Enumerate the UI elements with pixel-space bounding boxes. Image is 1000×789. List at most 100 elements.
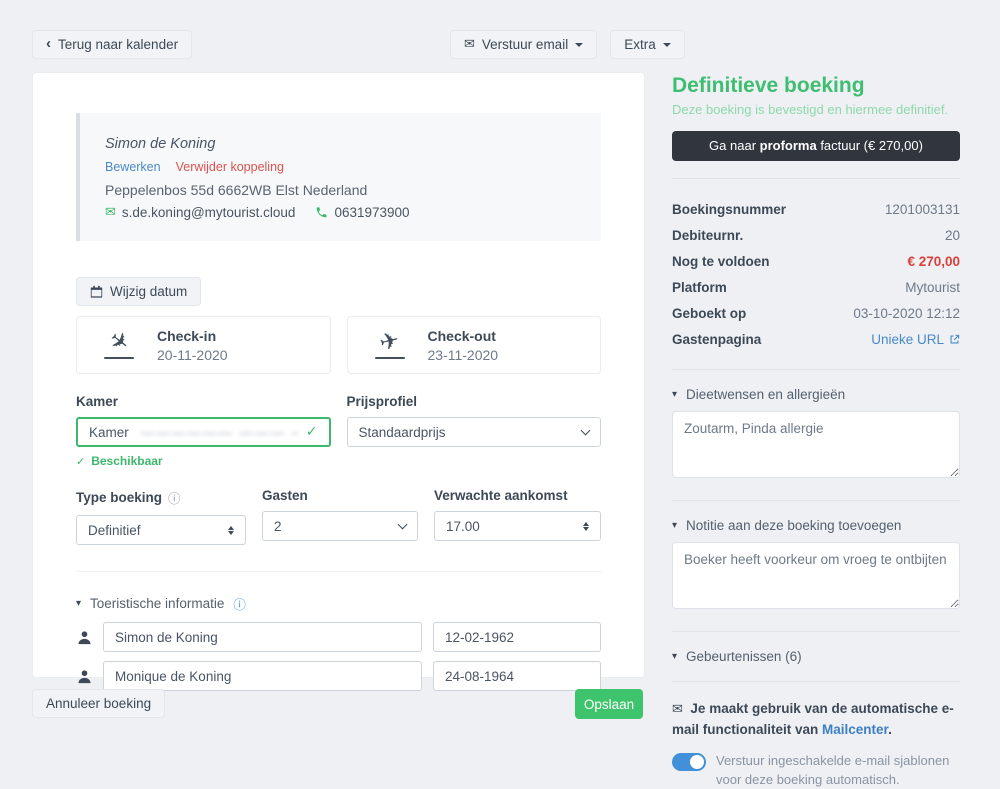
guests-value: 2 — [274, 519, 282, 534]
auto-email-toggle-row: Verstuur ingeschakelde e-mail sjablonen … — [672, 752, 960, 789]
chevron-left-icon: ‹ — [46, 35, 51, 52]
up-down-arrows-icon — [228, 526, 234, 535]
guests-label: Gasten — [262, 488, 418, 503]
envelope-icon: ✉ — [105, 205, 116, 220]
caret-down-icon: ▾ — [76, 598, 81, 609]
checkin-label: Check-in — [157, 328, 228, 344]
proforma-invoice-button[interactable]: Ga naar proforma factuur (€ 270,00) — [672, 131, 960, 161]
arrival-time-stepper[interactable]: 17.00 — [434, 511, 601, 541]
diet-section-title: Dieetwensen en allergieën — [686, 387, 845, 402]
arrival-value: 17.00 — [446, 519, 480, 534]
divider — [672, 500, 960, 501]
note-section-title: Notitie aan deze boeking toevoegen — [686, 518, 901, 533]
back-to-calendar-button[interactable]: ‹ Terug naar kalender — [32, 30, 192, 59]
room-value-obscured: —————— ——— — — [141, 425, 298, 440]
guest-email: ✉ s.de.koning@mytourist.cloud — [105, 205, 295, 220]
send-email-button[interactable]: ✉ Verstuur email — [450, 30, 597, 59]
plane-landing-icon: ✈ — [101, 331, 137, 359]
chevron-down-icon — [581, 425, 591, 435]
guest-links: Bewerken Verwijder koppeling — [105, 160, 576, 174]
check-icon: ✓ — [76, 455, 85, 468]
plane-takeoff-icon: ✈ — [372, 331, 408, 359]
tourist-info-title: Toeristische informatie — [90, 596, 224, 611]
checkout-box: ✈ Check-out 23-11-2020 — [347, 316, 602, 374]
divider — [672, 631, 960, 632]
info-icon: ⓘ — [233, 594, 246, 613]
checkin-box: ✈ Check-in 20-11-2020 — [76, 316, 331, 374]
caret-down-icon: ▾ — [672, 389, 677, 400]
events-section-title: Gebeurtenissen (6) — [686, 649, 802, 664]
note-section-header[interactable]: ▾ Notitie aan deze boeking toevoegen — [672, 518, 960, 533]
booking-type-label: Type boeking ⓘ — [76, 488, 246, 507]
cancel-booking-button[interactable]: Annuleer boeking — [32, 689, 165, 718]
room-value: Kamer — [89, 425, 129, 440]
check-dates-row: ✈ Check-in 20-11-2020 ✈ Check-out 23-11-… — [76, 316, 601, 374]
divider — [672, 178, 960, 179]
mailcenter-link[interactable]: Mailcenter — [822, 722, 888, 737]
diet-section-header[interactable]: ▾ Dieetwensen en allergieën — [672, 387, 960, 402]
checkout-date: 23-11-2020 — [428, 347, 499, 363]
booking-type-value: Definitief — [88, 523, 141, 538]
events-section-header[interactable]: ▾ Gebeurtenissen (6) — [672, 649, 960, 664]
price-profile-value: Standaardprijs — [359, 425, 446, 440]
auto-email-toggle[interactable] — [672, 753, 706, 771]
room-availability: ✓ Beschikbaar — [76, 454, 331, 468]
detail-row-platform: Platform Mytourist — [672, 274, 960, 300]
save-button[interactable]: Opslaan — [575, 689, 643, 719]
arrival-label: Verwachte aankomst — [434, 488, 601, 503]
tourist-row — [76, 622, 601, 652]
tourist-name-input[interactable] — [103, 622, 422, 652]
booking-type-select[interactable]: Definitief — [76, 515, 246, 545]
send-email-label: Verstuur email — [482, 37, 568, 52]
caret-down-icon — [575, 43, 583, 47]
unique-url-link[interactable]: Unieke URL — [871, 332, 960, 347]
room-price-row: Kamer Kamer —————— ——— — ✓ ✓ Beschikbaar… — [76, 394, 601, 468]
tourist-birthdate-input[interactable] — [433, 622, 601, 652]
booking-status-title: Definitieve boeking — [672, 74, 960, 98]
guest-name: Simon de Koning — [105, 136, 576, 152]
guest-phone: 0631973900 — [315, 205, 409, 220]
booking-status-subtitle: Deze boeking is bevestigd en hiermee def… — [672, 102, 960, 117]
amount-due-value: € 270,00 — [907, 254, 960, 269]
guest-email-value: s.de.koning@mytourist.cloud — [122, 205, 296, 220]
cancel-booking-label: Annuleer boeking — [46, 696, 151, 711]
room-input[interactable]: Kamer —————— ——— — ✓ — [76, 417, 331, 447]
divider — [672, 681, 960, 682]
tourist-info-header[interactable]: ▾ Toeristische informatie ⓘ — [76, 594, 601, 613]
room-label: Kamer — [76, 394, 331, 409]
up-down-arrows-icon — [583, 522, 589, 531]
price-profile-select[interactable]: Standaardprijs — [347, 417, 602, 447]
change-date-button[interactable]: Wijzig datum — [76, 277, 201, 306]
tourist-name-input[interactable] — [103, 661, 422, 691]
diet-textarea[interactable]: Zoutarm, Pinda allergie — [672, 411, 960, 478]
unlink-guest-link[interactable]: Verwijder koppeling — [176, 160, 284, 174]
info-icon: ⓘ — [168, 488, 181, 507]
guests-select[interactable]: 2 — [262, 511, 418, 541]
guest-address: Peppelenbos 55d 6662WB Elst Nederland — [105, 182, 576, 198]
calendar-icon — [90, 285, 103, 298]
auto-email-toggle-label: Verstuur ingeschakelde e-mail sjablonen … — [716, 752, 960, 789]
tourist-birthdate-input[interactable] — [433, 661, 601, 691]
guest-phone-value: 0631973900 — [334, 205, 409, 220]
guest-info-panel: Simon de Koning Bewerken Verwijder koppe… — [76, 113, 601, 241]
checkin-date: 20-11-2020 — [157, 347, 228, 363]
envelope-icon: ✉ — [672, 702, 683, 717]
caret-down-icon: ▾ — [672, 520, 677, 531]
booking-options-row: Type boeking ⓘ Definitief Gasten 2 Verwa… — [76, 488, 601, 545]
detail-row-booked-on: Geboekt op 03-10-2020 12:12 — [672, 300, 960, 326]
extra-button[interactable]: Extra — [610, 30, 685, 59]
availability-label: Beschikbaar — [91, 454, 162, 468]
detail-row-guest-page: Gastenpagina Unieke URL — [672, 326, 960, 352]
back-button-label: Terug naar kalender — [58, 37, 178, 52]
person-icon — [76, 630, 92, 645]
divider — [672, 369, 960, 370]
divider — [76, 571, 601, 572]
detail-row-debtor-number: Debiteurnr. 20 — [672, 222, 960, 248]
phone-icon — [315, 206, 328, 219]
note-textarea[interactable]: Boeker heeft voorkeur om vroeg te ontbij… — [672, 542, 960, 609]
extra-label: Extra — [624, 37, 656, 52]
edit-guest-link[interactable]: Bewerken — [105, 160, 161, 174]
detail-row-amount-due: Nog te voldoen € 270,00 — [672, 248, 960, 274]
booking-detail-page: ‹ Terug naar kalender ✉ Verstuur email E… — [0, 0, 1000, 750]
checkout-label: Check-out — [428, 328, 499, 344]
